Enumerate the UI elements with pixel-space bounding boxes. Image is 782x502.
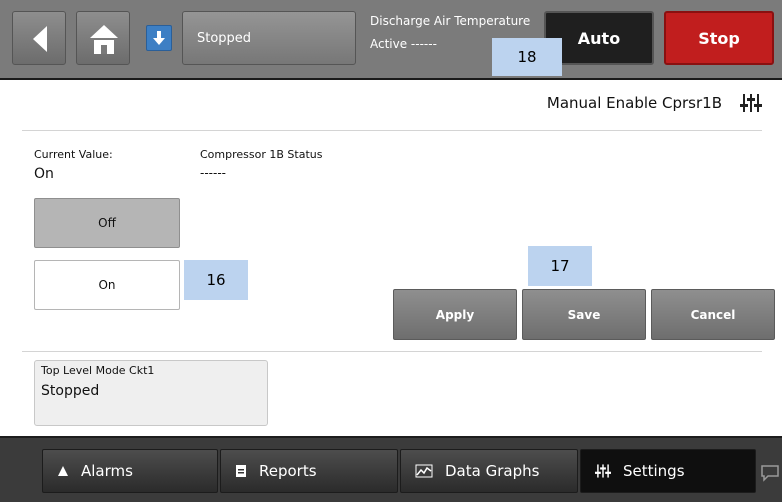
nav-data-graphs-button[interactable]: Data Graphs <box>400 449 578 493</box>
save-button[interactable]: Save <box>522 289 646 340</box>
nav-settings-button[interactable]: Settings <box>580 449 756 493</box>
divider <box>22 130 762 131</box>
apply-button[interactable]: Apply <box>393 289 517 340</box>
chart-icon <box>415 464 433 478</box>
stop-button[interactable]: Stop <box>664 11 774 65</box>
nav-alarms-button[interactable]: Alarms <box>42 449 218 493</box>
back-arrow-icon <box>33 26 47 52</box>
nav-reports-button[interactable]: Reports <box>220 449 398 493</box>
bottom-nav-bar: Alarms Reports Data Graphs Settings <box>0 436 782 502</box>
annotation-badge-18: 18 <box>492 38 562 76</box>
discharge-air-temp-label: Discharge Air Temperature <box>370 14 531 28</box>
annotation-badge-16: 16 <box>184 260 248 300</box>
nav-alarms-label: Alarms <box>81 462 133 480</box>
unit-status-button[interactable]: Stopped <box>182 11 356 65</box>
download-button[interactable] <box>146 25 172 51</box>
settings-sliders-icon <box>595 463 611 479</box>
page-title: Manual Enable Cprsr1B <box>546 94 722 112</box>
on-option-button[interactable]: On <box>34 260 180 310</box>
nav-data-graphs-label: Data Graphs <box>445 462 540 480</box>
back-button[interactable] <box>12 11 66 65</box>
bell-icon <box>57 465 69 477</box>
top-bar: Stopped Discharge Air Temperature Active… <box>0 0 782 80</box>
home-icon <box>90 25 118 54</box>
top-level-mode-label: Top Level Mode Ckt1 <box>41 364 155 377</box>
discharge-air-temp-value: Active ------ <box>370 37 437 51</box>
chat-icon[interactable] <box>760 464 780 482</box>
nav-reports-label: Reports <box>259 462 317 480</box>
settings-sliders-icon[interactable] <box>740 92 762 114</box>
current-value: On <box>34 166 54 182</box>
divider <box>22 351 762 352</box>
home-button[interactable] <box>76 11 130 65</box>
current-value-label: Current Value: <box>34 148 113 161</box>
compressor-status-label: Compressor 1B Status <box>200 148 323 161</box>
annotation-badge-17: 17 <box>528 246 592 286</box>
cancel-button[interactable]: Cancel <box>651 289 775 340</box>
compressor-status-value: ------ <box>200 166 226 180</box>
off-option-button[interactable]: Off <box>34 198 180 248</box>
document-icon <box>235 464 247 478</box>
top-level-mode-value: Stopped <box>41 383 100 399</box>
settings-panel: Manual Enable Cprsr1B Current Value: On … <box>0 80 782 436</box>
download-icon <box>153 31 165 45</box>
top-level-mode-box: Top Level Mode Ckt1 Stopped <box>34 360 268 426</box>
nav-settings-label: Settings <box>623 462 685 480</box>
